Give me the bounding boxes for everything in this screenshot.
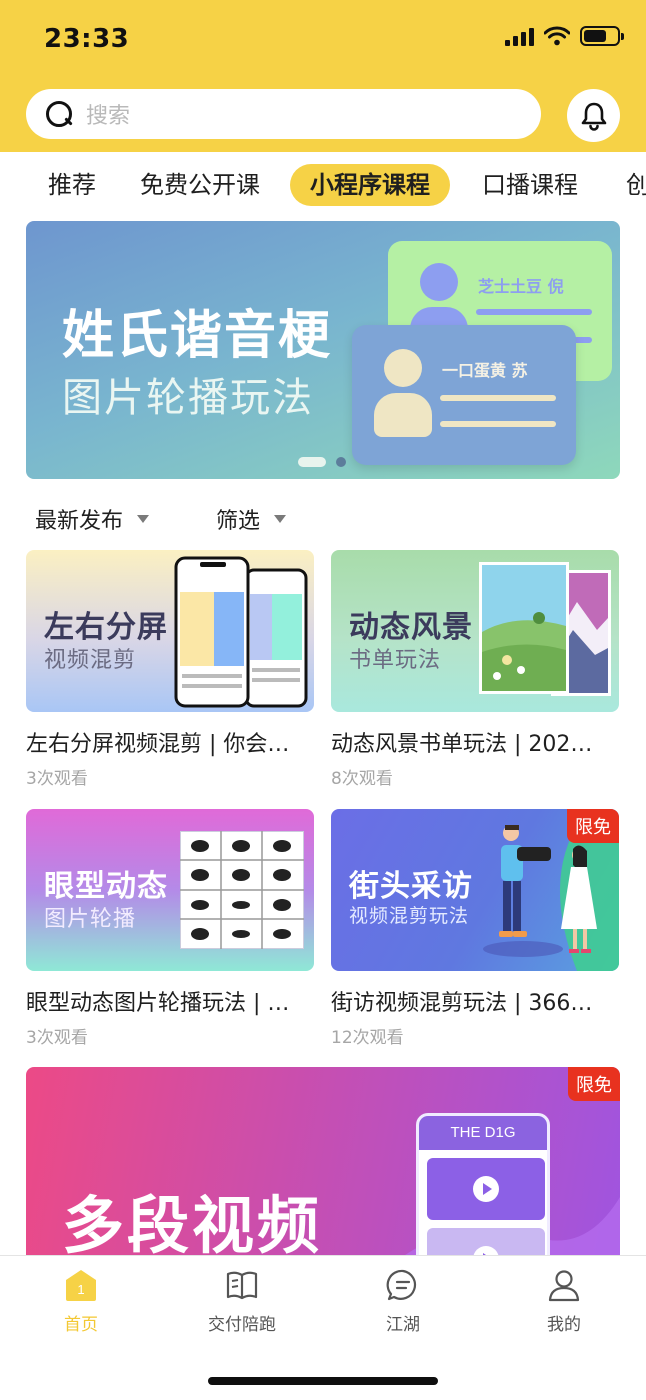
course-title: 动态风景书单玩法 | 202… — [331, 732, 593, 757]
course-thumbnail: 街头采访 视频混剪玩法 限免 — [331, 809, 619, 971]
home-indicator[interactable] — [208, 1377, 438, 1385]
thumb-subtitle: 视频混剪 — [44, 648, 137, 673]
home-icon: 1 — [64, 1268, 98, 1302]
eye-grid-illustration — [180, 831, 304, 949]
nav-home[interactable]: 1 首页 — [31, 1268, 131, 1335]
banner-title: 姓氏谐音梗 — [62, 306, 333, 366]
tab-create[interactable]: 创 — [606, 164, 646, 206]
course-title: 左右分屏视频混剪 | 你会… — [26, 732, 290, 757]
course-views: 3次观看 — [26, 769, 88, 789]
chat-bubble-icon — [386, 1268, 420, 1302]
nav-profile[interactable]: 我的 — [514, 1268, 614, 1335]
nav-delivery[interactable]: 交付陪跑 — [192, 1268, 292, 1335]
status-time: 23:33 — [44, 24, 130, 54]
course-views: 12次观看 — [331, 1028, 404, 1048]
video-block — [427, 1158, 545, 1220]
home-badge-number: 1 — [77, 1282, 84, 1297]
nav-profile-label: 我的 — [547, 1315, 581, 1335]
tab-miniprogram-courses[interactable]: 小程序课程 — [290, 164, 450, 206]
nav-delivery-label: 交付陪跑 — [208, 1315, 276, 1335]
carousel-dot[interactable] — [336, 457, 346, 467]
promo-banner[interactable]: 多段视频 THE D1G 限免 — [26, 1067, 620, 1287]
caret-down-icon — [137, 515, 150, 523]
course-thumbnail: 眼型动态 图片轮播 — [26, 809, 314, 971]
course-card[interactable]: 街头采访 视频混剪玩法 限免 街访视频混剪玩法 | 366… 12次观看 — [331, 809, 619, 1048]
promo-title: 多段视频 — [62, 1189, 323, 1262]
filter-label: 筛选 — [216, 509, 261, 534]
card-top-name: 芝士土豆 倪 — [478, 277, 564, 296]
carousel-indicator[interactable] — [298, 457, 346, 467]
user-icon — [547, 1268, 581, 1302]
nav-community[interactable]: 江湖 — [353, 1268, 453, 1335]
filter-dropdown[interactable]: 筛选 — [216, 503, 287, 535]
tab-free-courses[interactable]: 免费公开课 — [120, 164, 280, 206]
banner-subtitle: 图片轮播玩法 — [62, 375, 314, 421]
free-limited-badge: 限免 — [567, 809, 619, 843]
name-card-bottom: 一口蛋黄 苏 — [352, 325, 576, 465]
status-icons — [505, 26, 624, 46]
course-thumbnail: 左右分屏 视频混剪 — [26, 550, 314, 712]
thumb-title: 动态风景 — [349, 610, 473, 645]
course-views: 8次观看 — [331, 769, 393, 789]
thumb-title: 眼型动态 — [44, 869, 168, 904]
search-placeholder: 搜索 — [86, 104, 131, 129]
thumb-subtitle: 图片轮播 — [44, 907, 137, 932]
thumb-title: 左右分屏 — [44, 610, 168, 645]
notification-button[interactable] — [567, 89, 620, 142]
course-title: 街访视频混剪玩法 | 366… — [331, 991, 593, 1016]
play-icon — [473, 1176, 499, 1202]
wifi-icon — [544, 26, 570, 46]
book-icon — [225, 1268, 259, 1302]
sort-label: 最新发布 — [35, 509, 124, 534]
carousel-dot-active[interactable] — [298, 457, 326, 467]
free-limited-badge: 限免 — [568, 1067, 620, 1101]
bell-icon — [581, 102, 606, 131]
course-views: 3次观看 — [26, 1028, 88, 1048]
thumb-subtitle: 视频混剪玩法 — [349, 905, 470, 927]
landscape-illustration — [479, 562, 611, 696]
top-header: 23:33 搜索 — [0, 0, 646, 152]
phone-header: THE D1G — [419, 1116, 547, 1150]
search-input[interactable]: 搜索 — [26, 89, 541, 139]
search-icon — [46, 101, 72, 127]
card-bottom-name: 一口蛋黄 苏 — [442, 361, 528, 380]
category-tabs: 推荐 免费公开课 小程序课程 口播课程 创 — [0, 152, 646, 218]
hero-banner[interactable]: 姓氏谐音梗 图片轮播玩法 芝士土豆 倪 一口蛋黄 苏 — [26, 221, 620, 479]
cellular-signal-icon — [505, 26, 534, 46]
caret-down-icon — [274, 515, 287, 523]
split-screen-phones-illustration — [174, 556, 308, 708]
battery-icon — [580, 26, 624, 46]
tab-recommend[interactable]: 推荐 — [28, 164, 116, 206]
course-thumbnail: 动态风景 书单玩法 — [331, 550, 619, 712]
course-card[interactable]: 动态风景 书单玩法 动态风景书单玩法 | 202… 8次观看 — [331, 550, 619, 789]
course-title: 眼型动态图片轮播玩法 | … — [26, 991, 290, 1016]
sort-dropdown[interactable]: 最新发布 — [35, 503, 150, 535]
thumb-title: 街头采访 — [349, 869, 473, 904]
course-card[interactable]: 左右分屏 视频混剪 左右分屏视频混剪 | 你会… 3次观看 — [26, 550, 314, 789]
tab-voiceover-courses[interactable]: 口播课程 — [462, 164, 598, 206]
course-card[interactable]: 眼型动态 图片轮播 眼型动态图片轮播玩法 | … 3次观看 — [26, 809, 314, 1048]
thumb-subtitle: 书单玩法 — [349, 648, 442, 673]
nav-home-label: 首页 — [64, 1315, 98, 1335]
nav-community-label: 江湖 — [386, 1315, 420, 1335]
